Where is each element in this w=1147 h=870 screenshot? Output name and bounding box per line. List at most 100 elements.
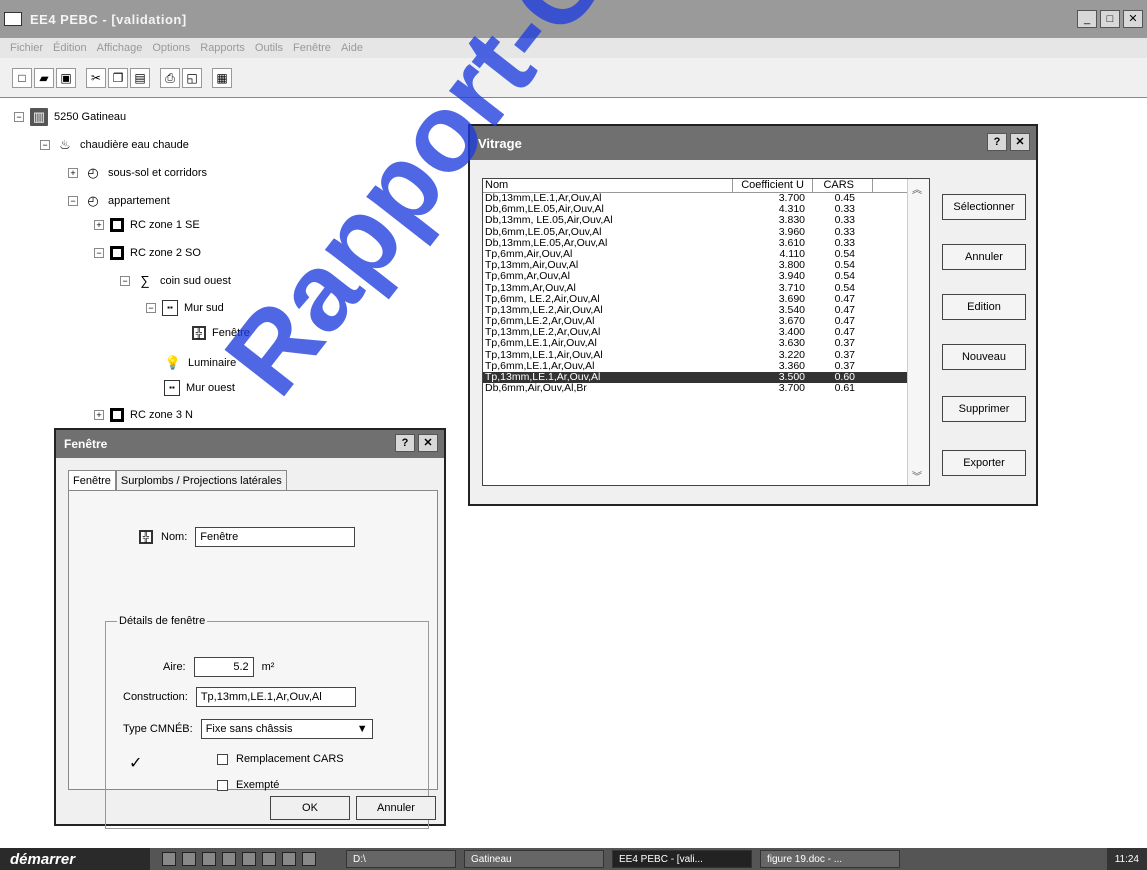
column-header-cars[interactable]: CARS <box>813 179 873 192</box>
select-button[interactable]: Sélectionner <box>942 194 1026 220</box>
menu-fenetre[interactable]: Fenêtre <box>293 42 331 54</box>
expand-icon[interactable]: + <box>94 220 104 230</box>
open-icon[interactable]: ▰ <box>34 67 54 88</box>
quick-launch-icon[interactable] <box>222 852 236 866</box>
tree-label: appartement <box>108 195 170 207</box>
remplacement-checkbox[interactable] <box>217 753 228 765</box>
taskbar-item[interactable]: D:\ <box>346 850 456 868</box>
quick-launch-icon[interactable] <box>202 852 216 866</box>
calculator-icon[interactable]: ▦ <box>212 67 232 88</box>
export-button[interactable]: Exporter <box>942 450 1026 476</box>
quick-launch-icon[interactable] <box>242 852 256 866</box>
new-icon[interactable]: □ <box>12 67 32 88</box>
cell-u: 3.940 <box>778 270 805 283</box>
maximize-button[interactable]: □ <box>1100 10 1120 28</box>
tree-node-mur-sud[interactable]: − ▪▪ Mur sud <box>146 300 224 316</box>
delete-button[interactable]: Supprimer <box>942 396 1026 422</box>
menu-outils[interactable]: Outils <box>255 42 283 54</box>
exempte-checkbox[interactable] <box>217 779 228 791</box>
nom-row: ╬ Nom: Fenêtre <box>139 527 356 547</box>
tree-label: coin sud ouest <box>160 275 231 287</box>
tree-node-luminaire[interactable]: 💡 Luminaire <box>164 354 236 372</box>
quick-launch-icon[interactable] <box>162 852 176 866</box>
collapse-icon[interactable]: − <box>68 196 78 206</box>
collapse-icon[interactable]: − <box>146 303 156 313</box>
list-scrollbar[interactable]: ︽ ︾ <box>907 179 929 485</box>
taskbar-item[interactable]: Gatineau <box>464 850 604 868</box>
help-button[interactable]: ? <box>987 133 1007 151</box>
tree-node-zone2[interactable]: − RC zone 2 SO <box>94 246 201 260</box>
tree-label: Mur ouest <box>186 382 235 394</box>
close-button[interactable]: ✕ <box>1010 133 1030 151</box>
column-header-u[interactable]: Coefficient U <box>733 179 813 192</box>
close-button[interactable]: ✕ <box>1123 10 1143 28</box>
nom-input[interactable]: Fenêtre <box>195 527 356 547</box>
menu-edition[interactable]: Édition <box>53 42 87 54</box>
expand-icon[interactable]: + <box>94 410 104 420</box>
collapse-icon[interactable]: − <box>40 140 50 150</box>
save-icon[interactable]: ▣ <box>56 67 76 88</box>
menu-aide[interactable]: Aide <box>341 42 363 54</box>
list-row[interactable]: Tp,6mm,Ar,Ouv,Al 3.940 0.54 <box>483 271 929 282</box>
quick-launch-icon[interactable] <box>302 852 316 866</box>
cell-cars: 0.54 <box>834 281 855 294</box>
start-button[interactable]: démarrer <box>0 848 150 870</box>
menu-fichier[interactable]: Fichier <box>10 42 43 54</box>
cancel-button[interactable]: Annuler <box>942 244 1026 270</box>
menu-options[interactable]: Options <box>152 42 190 54</box>
tree-label: Fenêtre <box>212 327 250 339</box>
type-select[interactable]: Fixe sans châssis ▼ <box>200 719 373 739</box>
collapse-icon[interactable]: − <box>94 248 104 258</box>
cancel-button[interactable]: Annuler <box>356 796 436 820</box>
edit-button[interactable]: Edition <box>942 294 1026 320</box>
list-row[interactable]: Db,13mm, LE.05,Air,Ouv,Al 3.830 0.33 <box>483 215 929 226</box>
scroll-up-icon[interactable]: ︽ <box>912 181 922 196</box>
list-row[interactable]: Tp,6mm,LE.1,Air,Ouv,Al 3.630 0.37 <box>483 338 929 349</box>
construction-row: Construction: Tp,13mm,LE.1,Ar,Ouv,Al <box>123 687 356 707</box>
close-button[interactable]: ✕ <box>418 434 438 452</box>
collapse-icon[interactable]: − <box>120 276 130 286</box>
tree-node-root[interactable]: − ▥ 5250 Gatineau <box>14 108 126 126</box>
cut-icon[interactable]: ✂ <box>86 67 106 88</box>
preview-icon[interactable]: ◱ <box>182 67 202 88</box>
aire-input[interactable]: 5.2 <box>193 657 254 677</box>
help-button[interactable]: ? <box>395 434 415 452</box>
list-row[interactable]: Tp,13mm,Ar,Ouv,Al 3.710 0.54 <box>483 281 929 294</box>
minimize-button[interactable]: _ <box>1077 10 1097 28</box>
boiler-icon: ♨ <box>59 137 71 152</box>
tree-node-zone3[interactable]: + RC zone 3 N <box>94 408 193 422</box>
quick-launch-icon[interactable] <box>262 852 276 866</box>
column-header-nom[interactable]: Nom <box>483 179 733 192</box>
quick-launch-icon[interactable] <box>182 852 196 866</box>
tree-node-mur-ouest[interactable]: ▪▪ Mur ouest <box>164 380 235 396</box>
taskbar-item-active[interactable]: EE4 PEBC - [vali... <box>612 850 752 868</box>
scroll-down-icon[interactable]: ︾ <box>912 468 922 483</box>
menu-affichage[interactable]: Affichage <box>97 42 143 54</box>
expand-icon[interactable]: + <box>68 168 78 178</box>
paste-icon[interactable]: ▤ <box>130 67 150 88</box>
cell-nom: Db,13mm, LE.05,Air,Ouv,Al <box>485 214 613 227</box>
ok-button[interactable]: OK <box>270 796 350 820</box>
collapse-icon[interactable]: − <box>14 112 24 122</box>
tree-node-system[interactable]: − ♨ chaudière eau chaude <box>40 136 189 154</box>
tree-node-fenetre[interactable]: ╬ Fenêtre <box>192 326 250 340</box>
type-value: Fixe sans châssis <box>205 723 293 735</box>
quick-launch-icon[interactable] <box>282 852 296 866</box>
tree-node-sous-sol[interactable]: + ◴ sous-sol et corridors <box>68 164 207 182</box>
tree-label: RC zone 2 SO <box>130 247 201 259</box>
tab-fenetre[interactable]: Fenêtre <box>68 470 116 491</box>
tree-node-appartement[interactable]: − ◴ appartement <box>68 192 170 210</box>
new-button[interactable]: Nouveau <box>942 344 1026 370</box>
tab-surplombs[interactable]: Surplombs / Projections latérales <box>115 470 287 491</box>
tab-bar: Fenêtre Surplombs / Projections latérale… <box>68 470 287 491</box>
menu-rapports[interactable]: Rapports <box>200 42 245 54</box>
tree-node-zone1[interactable]: + RC zone 1 SE <box>94 218 200 232</box>
vitrage-list[interactable]: Nom Coefficient U CARS Db,13mm,LE.1,Ar,O… <box>482 178 930 486</box>
clock[interactable]: 11:24 <box>1115 854 1139 865</box>
print-icon[interactable]: ⎙ <box>160 67 180 88</box>
copy-icon[interactable]: ❐ <box>108 67 128 88</box>
taskbar-item[interactable]: figure 19.doc - ... <box>760 850 900 868</box>
construction-input[interactable]: Tp,13mm,LE.1,Ar,Ouv,Al <box>195 687 356 707</box>
list-row[interactable]: Db,6mm,Air,Ouv,Al,Br 3.700 0.61 <box>483 383 929 394</box>
tree-node-coin[interactable]: − ∑ coin sud ouest <box>120 272 231 290</box>
